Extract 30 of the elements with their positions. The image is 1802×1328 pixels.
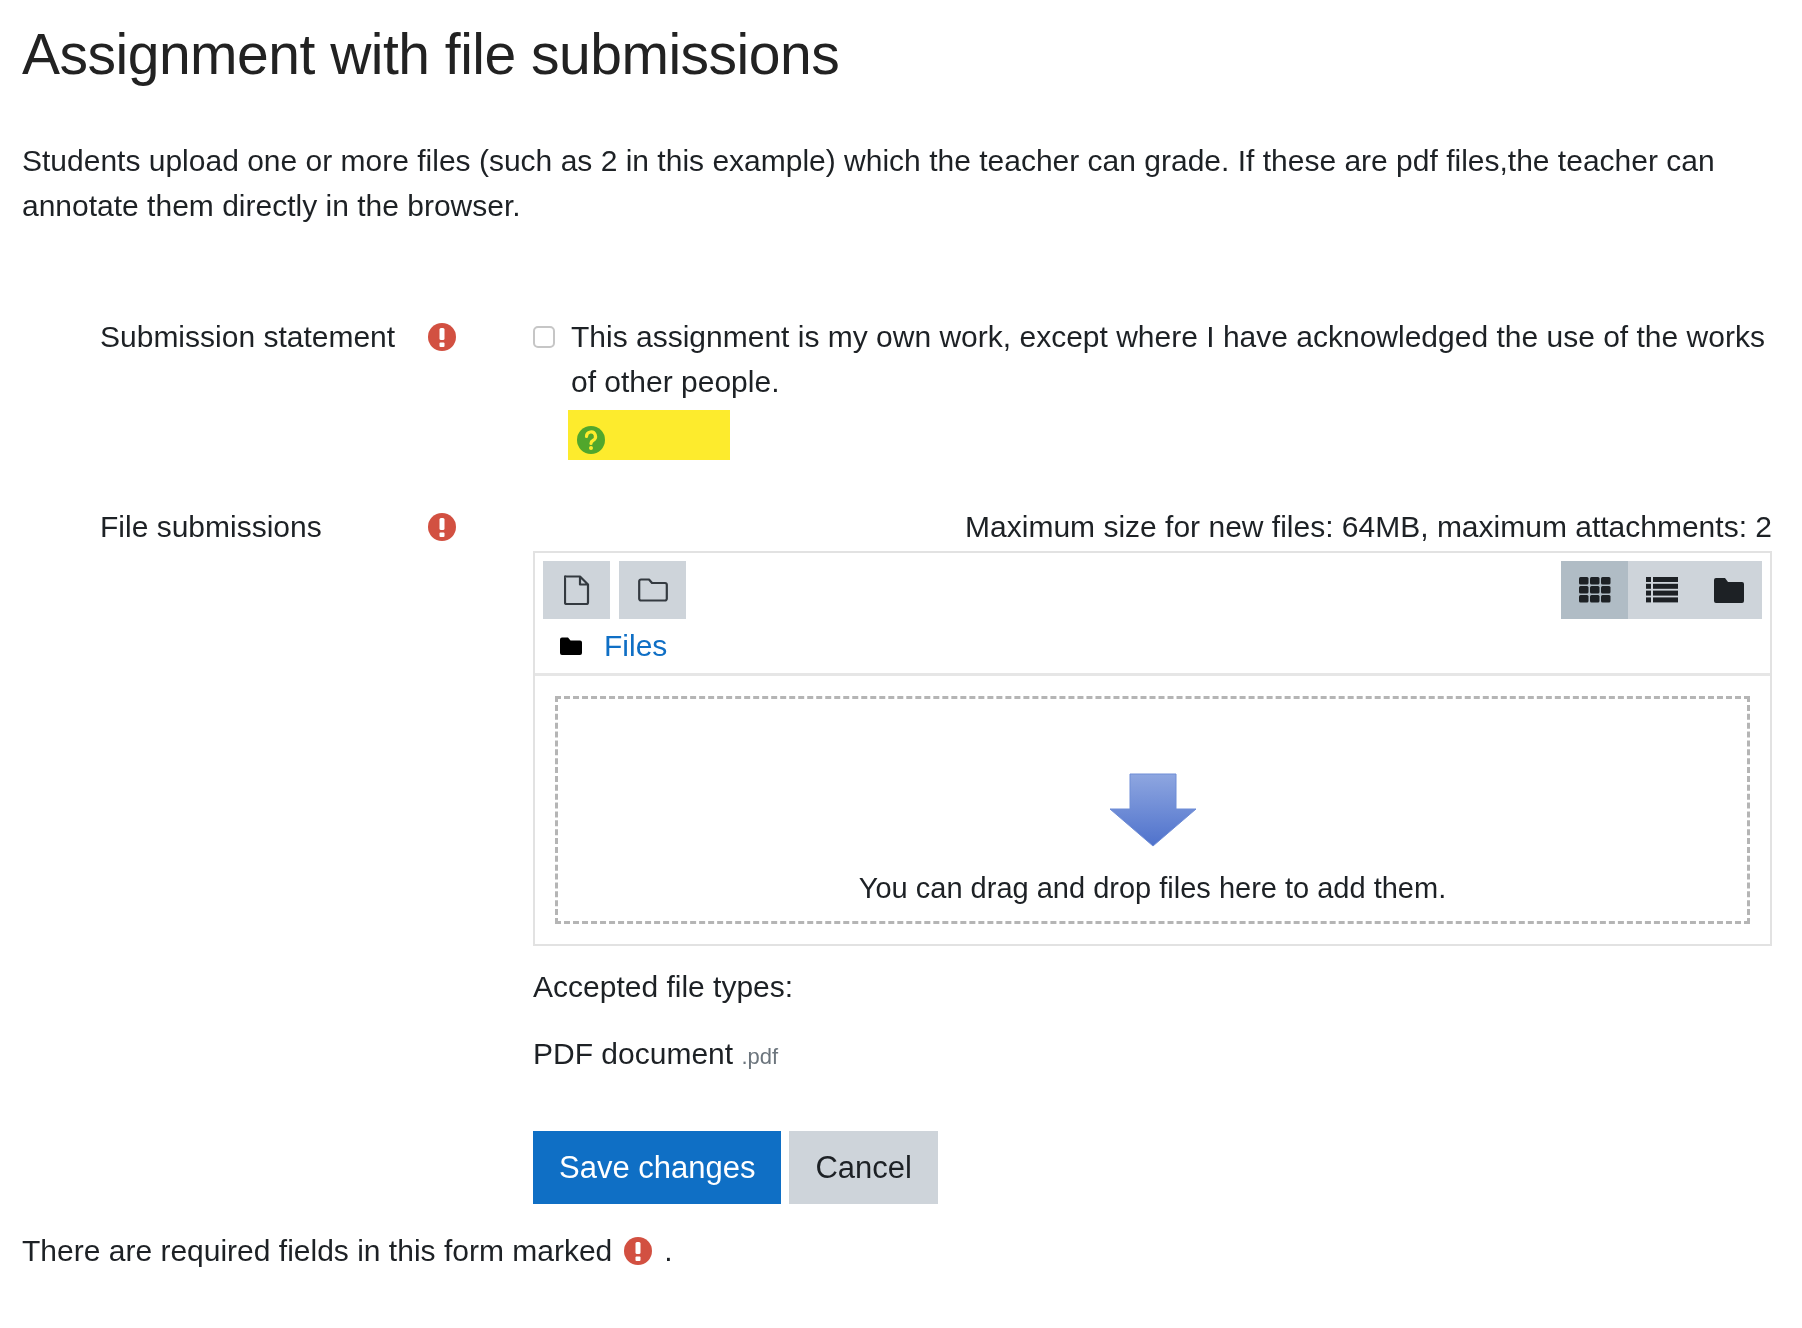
upload-limits-text: Maximum size for new files: 64MB, maximum attachments: 2	[964, 509, 1772, 545]
accepted-types-label: Accepted file types:	[533, 969, 795, 1005]
list-icon	[1645, 577, 1678, 603]
required-note-period: .	[664, 1233, 673, 1269]
drop-zone-text: You can drag and drop files here to add them.	[858, 872, 1447, 905]
file-icon	[563, 575, 590, 605]
checkbox[interactable]	[533, 326, 555, 348]
grid-icon	[1578, 577, 1611, 603]
cancel-button[interactable]: Cancel	[789, 1131, 938, 1204]
folder-icon	[1713, 577, 1744, 603]
file-type-name: PDF document	[533, 1037, 734, 1070]
view-mode-button[interactable]	[1695, 561, 1762, 619]
folder-icon	[560, 637, 582, 655]
add-file-button[interactable]	[543, 561, 610, 619]
intro-text: Students upload one or more files (such as 2 in this example) which the teacher can grade. If these are pdf files,the teacher can annotate them directly in the browser.	[22, 143, 1716, 224]
page-title: Assignment with file submissions	[22, 21, 841, 88]
file-extension: .pdf	[741, 1044, 779, 1069]
save-button[interactable]: Save changes	[533, 1131, 782, 1204]
field-label: File submissions	[100, 509, 323, 545]
checkbox-label: This assignment is my own work, except where I have acknowledged the use of the works of other people.	[571, 319, 1766, 400]
view-mode-button[interactable]	[1628, 561, 1695, 619]
field-label: Submission statement	[100, 319, 397, 355]
drop-zone[interactable]: You can drag and drop files here to add them.	[555, 696, 1750, 924]
arrow-down-icon	[1107, 772, 1198, 848]
view-mode-button[interactable]	[1561, 561, 1628, 619]
breadcrumb-link[interactable]: Files	[604, 629, 668, 663]
required-icon	[624, 1236, 653, 1265]
create-folder-button[interactable]	[619, 561, 686, 619]
folder-icon	[637, 578, 668, 602]
required-note: There are required fields in this form marked	[22, 1233, 613, 1269]
